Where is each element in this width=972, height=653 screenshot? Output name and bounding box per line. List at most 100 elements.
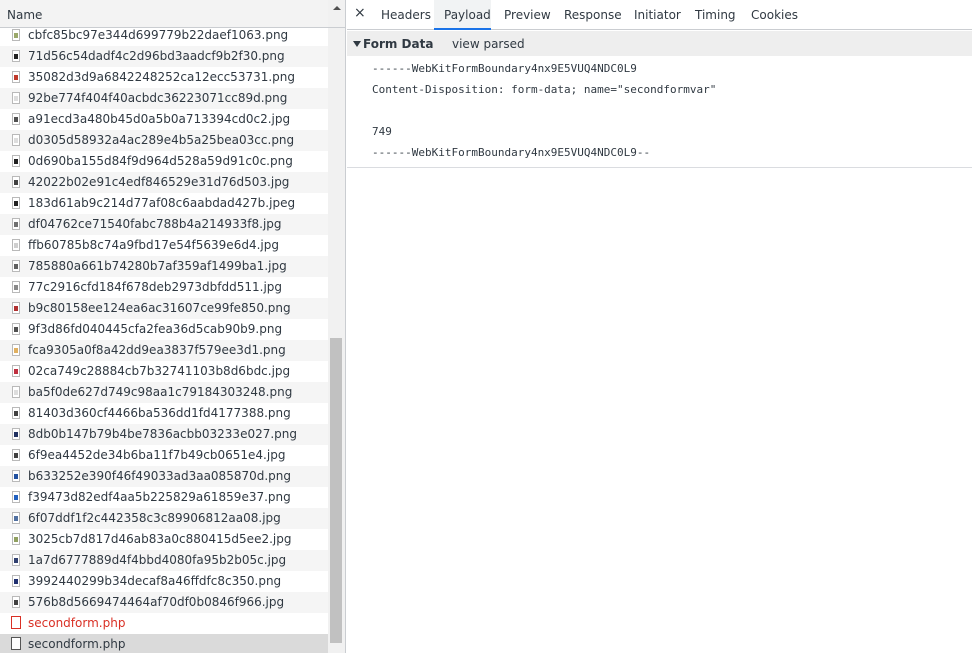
table-row[interactable]: a91ecd3a480b45d0a5b0a713394cd0c2.jpg bbox=[0, 109, 328, 130]
table-row[interactable]: 35082d3d9a6842248252ca12ecc53731.png bbox=[0, 67, 328, 88]
image-file-icon bbox=[12, 512, 20, 524]
request-name: d0305d58932a4ac289e4b5a25bea03cc.png bbox=[28, 133, 295, 147]
table-row[interactable]: 71d56c54dadf4c2d96bd3aadcf9b2f30.png bbox=[0, 46, 328, 67]
image-file-icon bbox=[12, 470, 20, 482]
request-name: 9f3d86fd040445cfa2fea36d5cab90b9.png bbox=[28, 322, 283, 336]
request-name: df04762ce71540fabc788b4a214933f8.jpg bbox=[28, 217, 282, 231]
image-file-icon bbox=[12, 239, 20, 251]
view-parsed-toggle[interactable]: view parsed bbox=[452, 37, 525, 51]
table-row[interactable]: 81403d360cf4466ba536dd1fd4177388.png bbox=[0, 403, 328, 424]
request-name: 35082d3d9a6842248252ca12ecc53731.png bbox=[28, 70, 296, 84]
table-row[interactable]: 3025cb7d817d46ab83a0c880415d5ee2.jpg bbox=[0, 529, 328, 550]
request-name: 02ca749c28884cb7b32741103b8d6bdc.jpg bbox=[28, 364, 291, 378]
payload-line: ------WebKitFormBoundary4nx9E5VUQ4NDC0L9… bbox=[372, 146, 651, 159]
image-file-icon bbox=[12, 533, 20, 545]
request-name: 3025cb7d817d46ab83a0c880415d5ee2.jpg bbox=[28, 532, 292, 546]
table-row[interactable]: 183d61ab9c214d77af08c6aabdad427b.jpeg bbox=[0, 193, 328, 214]
tab-timing[interactable]: Timing bbox=[695, 0, 736, 30]
image-file-icon bbox=[12, 281, 20, 293]
table-row[interactable]: df04762ce71540fabc788b4a214933f8.jpg bbox=[0, 214, 328, 235]
table-row[interactable]: 9f3d86fd040445cfa2fea36d5cab90b9.png bbox=[0, 319, 328, 340]
table-row[interactable]: 77c2916cfd184f678deb2973dbfdd511.jpg bbox=[0, 277, 328, 298]
table-row[interactable]: 6f9ea4452de34b6ba11f7b49cb0651e4.jpg bbox=[0, 445, 328, 466]
image-file-icon bbox=[12, 113, 20, 125]
request-name: 1a7d6777889d4f4bbd4080fa95b2b05c.jpg bbox=[28, 553, 287, 567]
table-row[interactable]: 576b8d5669474464af70df0b0846f966.jpg bbox=[0, 592, 328, 613]
image-file-icon bbox=[12, 449, 20, 461]
tab-headers[interactable]: Headers bbox=[380, 0, 432, 30]
image-file-icon bbox=[12, 71, 20, 83]
payload-line: ------WebKitFormBoundary4nx9E5VUQ4NDC0L9 bbox=[372, 62, 637, 75]
tab-preview[interactable]: Preview bbox=[504, 0, 551, 30]
table-row[interactable]: fca9305a0f8a42dd9ea3837f579ee3d1.png bbox=[0, 340, 328, 361]
table-row[interactable]: 92be774f404f40acbdc36223071cc89d.png bbox=[0, 88, 328, 109]
image-file-icon bbox=[12, 365, 20, 377]
payload-line: Content-Disposition: form-data; name="se… bbox=[372, 83, 717, 96]
table-row[interactable]: 0d690ba155d84f9d964d528a59d91c0c.png bbox=[0, 151, 328, 172]
scrollbar-thumb[interactable] bbox=[330, 338, 342, 643]
tab-response[interactable]: Response bbox=[564, 0, 622, 30]
image-file-icon bbox=[12, 50, 20, 62]
table-row[interactable]: secondform.php bbox=[0, 613, 328, 634]
image-file-icon bbox=[12, 428, 20, 440]
tab-initiator[interactable]: Initiator bbox=[634, 0, 681, 30]
request-name: secondform.php bbox=[28, 637, 126, 651]
image-file-icon bbox=[12, 491, 20, 503]
table-row[interactable]: secondform.php bbox=[0, 634, 328, 653]
image-file-icon bbox=[12, 155, 20, 167]
request-name: cbfc85bc97e344d699779b22daef1063.png bbox=[28, 28, 289, 42]
table-row[interactable]: ffb60785b8c74a9fbd17e54f5639e6d4.jpg bbox=[0, 235, 328, 256]
table-row[interactable]: 1a7d6777889d4f4bbd4080fa95b2b05c.jpg bbox=[0, 550, 328, 571]
close-icon[interactable]: × bbox=[354, 5, 366, 21]
details-tab-bar: × Headers Payload Preview Response Initi… bbox=[347, 0, 972, 30]
request-name: b633252e390f46f49033ad3aa085870d.png bbox=[28, 469, 291, 483]
table-row[interactable]: ba5f0de627d749c98aa1c79184303248.png bbox=[0, 382, 328, 403]
vertical-scrollbar[interactable] bbox=[328, 28, 345, 653]
request-name: 785880a661b74280b7af359af1499ba1.jpg bbox=[28, 259, 287, 273]
request-name: secondform.php bbox=[28, 616, 126, 630]
request-name: 0d690ba155d84f9d964d528a59d91c0c.png bbox=[28, 154, 293, 168]
table-row[interactable]: 8db0b147b79b4be7836acbb03233e027.png bbox=[0, 424, 328, 445]
table-row[interactable]: cbfc85bc97e344d699779b22daef1063.png bbox=[0, 28, 328, 46]
request-name: fca9305a0f8a42dd9ea3837f579ee3d1.png bbox=[28, 343, 286, 357]
request-name: 42022b02e91c4edf846529e31d76d503.jpg bbox=[28, 175, 290, 189]
collapse-triangle-icon[interactable] bbox=[353, 41, 361, 47]
image-file-icon bbox=[12, 323, 20, 335]
image-file-icon bbox=[12, 197, 20, 209]
table-row[interactable]: 3992440299b34decaf8a46ffdfc8c350.png bbox=[0, 571, 328, 592]
image-file-icon bbox=[12, 344, 20, 356]
section-divider bbox=[347, 167, 972, 168]
request-name: 77c2916cfd184f678deb2973dbfdd511.jpg bbox=[28, 280, 283, 294]
table-row[interactable]: 6f07ddf1f2c442358c3c89906812aa08.jpg bbox=[0, 508, 328, 529]
image-file-icon bbox=[12, 29, 20, 41]
form-data-section-header[interactable]: Form Data view parsed bbox=[347, 31, 972, 56]
table-row[interactable]: b633252e390f46f49033ad3aa085870d.png bbox=[0, 466, 328, 487]
table-row[interactable]: d0305d58932a4ac289e4b5a25bea03cc.png bbox=[0, 130, 328, 151]
request-details-panel: × Headers Payload Preview Response Initi… bbox=[347, 0, 972, 653]
tab-payload[interactable]: Payload bbox=[434, 0, 491, 30]
request-name: 71d56c54dadf4c2d96bd3aadcf9b2f30.png bbox=[28, 49, 285, 63]
request-name: a91ecd3a480b45d0a5b0a713394cd0c2.jpg bbox=[28, 112, 291, 126]
name-column-header[interactable]: Name bbox=[0, 0, 345, 28]
table-row[interactable]: 785880a661b74280b7af359af1499ba1.jpg bbox=[0, 256, 328, 277]
image-file-icon bbox=[12, 260, 20, 272]
request-rows: cbfc85bc97e344d699779b22daef1063.png 71d5… bbox=[0, 28, 328, 653]
image-file-icon bbox=[12, 575, 20, 587]
request-name: 3992440299b34decaf8a46ffdfc8c350.png bbox=[28, 574, 282, 588]
table-row[interactable]: 02ca749c28884cb7b32741103b8d6bdc.jpg bbox=[0, 361, 328, 382]
table-row[interactable]: b9c80158ee124ea6ac31607ce99fe850.png bbox=[0, 298, 328, 319]
scroll-up-arrow-icon[interactable] bbox=[333, 6, 341, 10]
table-row[interactable]: f39473d82edf4aa5b225829a61859e37.png bbox=[0, 487, 328, 508]
document-file-icon bbox=[11, 637, 21, 650]
image-file-icon bbox=[12, 92, 20, 104]
image-file-icon bbox=[12, 218, 20, 230]
scroll-up-track bbox=[328, 0, 345, 27]
image-file-icon bbox=[12, 176, 20, 188]
table-row[interactable]: 42022b02e91c4edf846529e31d76d503.jpg bbox=[0, 172, 328, 193]
request-name: 576b8d5669474464af70df0b0846f966.jpg bbox=[28, 595, 285, 609]
request-name: 8db0b147b79b4be7836acbb03233e027.png bbox=[28, 427, 298, 441]
request-name: ba5f0de627d749c98aa1c79184303248.png bbox=[28, 385, 293, 399]
network-request-list: Name cbfc85bc97e344d699779b22daef1063.pn… bbox=[0, 0, 346, 653]
tab-cookies[interactable]: Cookies bbox=[751, 0, 798, 30]
request-name: f39473d82edf4aa5b225829a61859e37.png bbox=[28, 490, 291, 504]
